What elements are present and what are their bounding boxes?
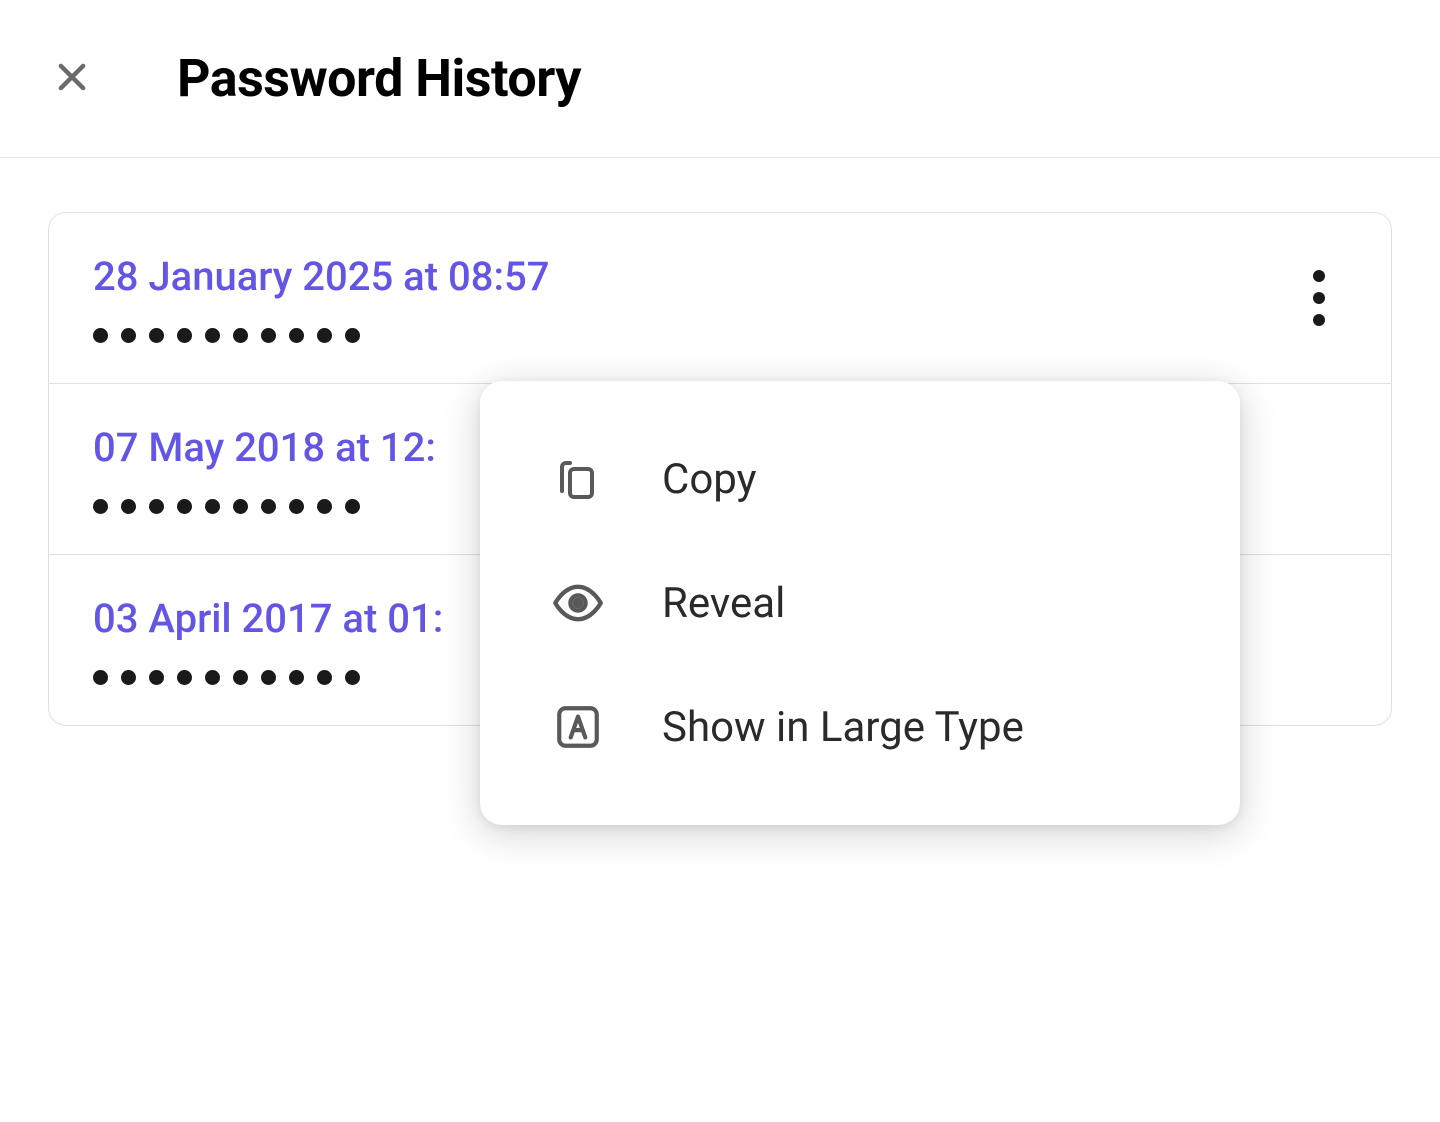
history-item-info: 07 May 2018 at 12: bbox=[93, 424, 436, 514]
close-button[interactable] bbox=[44, 51, 99, 106]
menu-label: Show in Large Type bbox=[662, 703, 1024, 752]
page-title: Password History bbox=[177, 48, 581, 109]
history-date: 28 January 2025 at 08:57 bbox=[93, 253, 549, 300]
more-options-button[interactable] bbox=[1291, 270, 1347, 326]
password-masked bbox=[93, 499, 436, 514]
context-menu: Copy Reveal Show in Large Type bbox=[480, 381, 1240, 825]
close-icon bbox=[53, 58, 91, 99]
password-masked bbox=[93, 328, 549, 343]
history-date: 03 April 2017 at 01: bbox=[93, 595, 443, 642]
history-item-info: 03 April 2017 at 01: bbox=[93, 595, 443, 685]
menu-item-large-type[interactable]: Show in Large Type bbox=[480, 665, 1240, 789]
menu-item-reveal[interactable]: Reveal bbox=[480, 541, 1240, 665]
eye-icon bbox=[552, 577, 604, 629]
more-vertical-icon bbox=[1313, 270, 1325, 326]
menu-item-copy[interactable]: Copy bbox=[480, 417, 1240, 541]
history-date: 07 May 2018 at 12: bbox=[93, 424, 436, 471]
menu-label: Copy bbox=[662, 455, 757, 504]
large-type-icon bbox=[552, 701, 604, 753]
menu-label: Reveal bbox=[662, 579, 785, 628]
copy-icon bbox=[552, 453, 604, 505]
password-masked bbox=[93, 670, 443, 685]
modal-header: Password History bbox=[0, 0, 1440, 158]
history-item[interactable]: 28 January 2025 at 08:57 bbox=[49, 213, 1391, 384]
history-item-info: 28 January 2025 at 08:57 bbox=[93, 253, 549, 343]
password-history-modal: Password History 28 January 2025 at 08:5… bbox=[0, 0, 1440, 1122]
